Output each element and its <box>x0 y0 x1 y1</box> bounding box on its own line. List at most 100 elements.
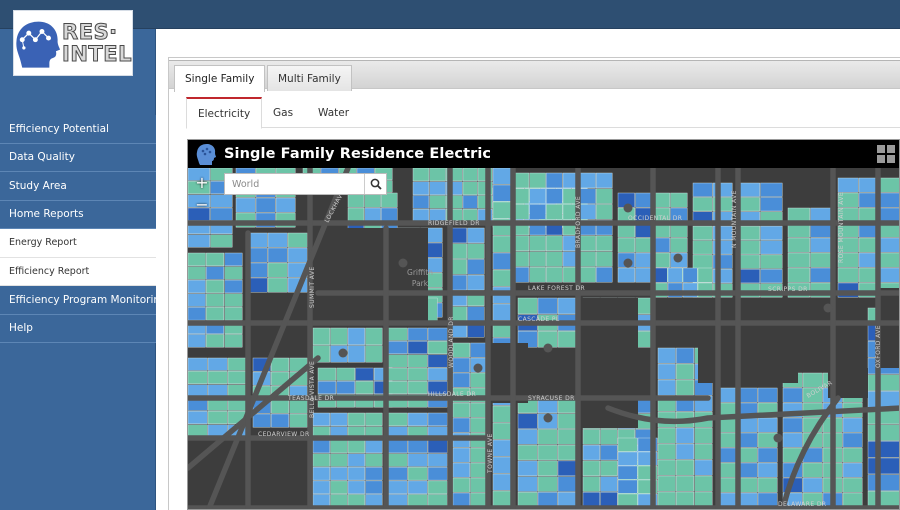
parcel <box>802 462 823 478</box>
parcel <box>837 177 859 193</box>
parcel <box>737 492 758 508</box>
parcel <box>492 439 513 457</box>
parcel <box>407 439 428 454</box>
parcel <box>810 207 833 223</box>
cul-de-sac <box>398 258 408 268</box>
zoom-out-button[interactable]: − <box>190 194 214 216</box>
parcel <box>387 467 408 481</box>
parcel <box>317 367 337 381</box>
parcel <box>782 387 803 403</box>
parcel <box>407 381 428 395</box>
parcel <box>694 443 713 460</box>
parcel <box>347 207 365 223</box>
parcel <box>427 439 448 454</box>
parcel <box>529 188 546 204</box>
search-button[interactable] <box>364 174 386 194</box>
parcel <box>842 447 863 463</box>
parcel <box>657 379 676 396</box>
parcel <box>467 243 485 259</box>
parcel <box>207 357 228 371</box>
outer-tab-bar: Single Family Multi Family <box>169 60 900 92</box>
parcel <box>582 429 600 445</box>
sidebar-item-home-reports[interactable]: Home Reports <box>0 200 156 229</box>
tab-electricity[interactable]: Electricity <box>186 97 263 129</box>
parcel <box>247 247 268 263</box>
sidebar-item-label: Energy Report <box>9 237 77 249</box>
parcel <box>737 269 760 284</box>
parcel <box>617 479 638 494</box>
parcel <box>247 232 268 248</box>
parcel <box>387 439 408 454</box>
parcel <box>407 354 428 368</box>
parcel <box>188 307 206 321</box>
parcel <box>582 476 600 492</box>
parcel <box>412 181 430 195</box>
parcel <box>452 342 470 358</box>
parcel <box>289 413 308 428</box>
parcel <box>837 267 859 283</box>
parcel <box>470 372 488 388</box>
parcel <box>206 307 224 321</box>
parcel <box>364 192 381 208</box>
parcel <box>842 477 863 493</box>
street-label: HILLSDALE DR <box>428 391 476 398</box>
zoom-in-button[interactable]: + <box>190 172 214 194</box>
street-label: OCCIDENTAL DR <box>628 215 682 222</box>
grid-icon-cell <box>877 145 885 153</box>
sidebar-item-label: Study Area <box>9 179 67 192</box>
zoom-control: + − <box>190 172 214 216</box>
map-header: Single Family Residence Electric <box>188 140 899 168</box>
parcel <box>407 412 428 427</box>
parcel <box>407 453 428 467</box>
parcel-map[interactable]: LOCKHAVEN RIDGEFIELD DROCCIDENTAL DRLAKE … <box>188 168 900 510</box>
tab-single-family[interactable]: Single Family <box>174 65 266 92</box>
map-search-input[interactable] <box>225 174 364 194</box>
parcel <box>467 274 485 291</box>
parcel <box>737 197 760 212</box>
parcel <box>596 188 613 204</box>
street-label: CASCADE PL <box>518 316 560 323</box>
cul-de-sac <box>773 433 783 443</box>
brain-head-icon <box>196 144 216 165</box>
search-icon <box>370 178 382 190</box>
parcel <box>365 439 383 454</box>
parcel <box>787 237 810 253</box>
app-logo[interactable]: RES· INTEL <box>13 10 133 76</box>
sidebar-item-help[interactable]: Help <box>0 314 156 343</box>
parcel <box>737 447 758 463</box>
sidebar: Efficiency Potential Data Quality Study … <box>0 29 167 510</box>
parcel <box>692 225 713 240</box>
parcel <box>579 251 596 267</box>
street-label: SCRIPPS DR <box>768 286 808 293</box>
parcel <box>737 417 758 433</box>
basemap-gallery-button[interactable] <box>877 145 895 163</box>
sidebar-item-study-area[interactable]: Study Area <box>0 172 156 201</box>
parcel <box>802 477 823 493</box>
parcel <box>667 267 683 283</box>
parcel <box>760 197 783 212</box>
logo-wordmark: RES· INTEL <box>60 21 132 66</box>
parcel <box>537 429 558 445</box>
sidebar-item-data-quality[interactable]: Data Quality <box>0 143 156 172</box>
parcel <box>429 168 446 182</box>
parcel <box>267 262 288 278</box>
parcel <box>757 477 778 493</box>
parcel <box>492 269 513 287</box>
tab-water[interactable]: Water <box>307 97 360 128</box>
parcel <box>267 247 288 263</box>
parcel <box>427 453 448 467</box>
tab-gas[interactable]: Gas <box>262 97 304 128</box>
parcel <box>247 262 268 278</box>
parcel <box>694 475 713 492</box>
sidebar-subitem-energy-report[interactable]: Energy Report <box>0 229 156 258</box>
tab-multi-family[interactable]: Multi Family <box>267 65 352 91</box>
parcel <box>579 204 596 220</box>
sidebar-item-efficiency-program-monitoring[interactable]: Efficiency Program Monitoring <box>0 286 167 315</box>
parcel <box>717 387 738 403</box>
parcel <box>210 234 233 248</box>
sidebar-subitem-efficiency-report[interactable]: Efficiency Report <box>0 257 156 286</box>
parcel <box>596 251 613 267</box>
cul-de-sac <box>543 343 553 353</box>
parcel <box>537 460 558 476</box>
sidebar-item-efficiency-potential[interactable]: Efficiency Potential <box>0 115 156 144</box>
